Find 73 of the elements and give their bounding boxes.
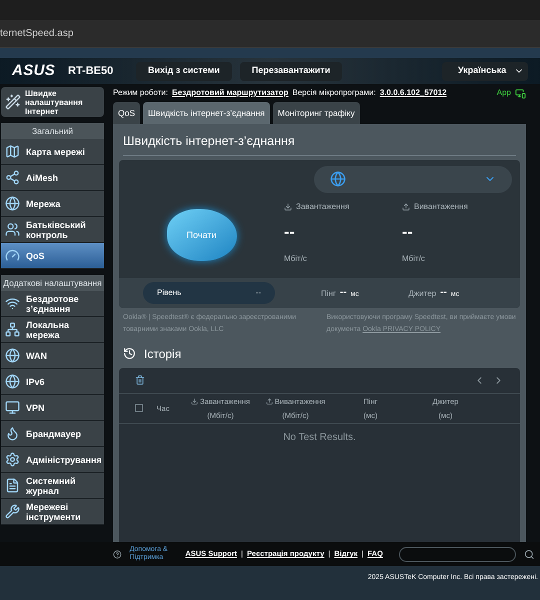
latency-value: -- (440, 286, 447, 300)
gauge-icon (5, 248, 20, 263)
mode-label: Режим роботи: (113, 87, 168, 99)
sidebar-item[interactable]: Мережа (1, 191, 104, 217)
metric-value: -- (284, 222, 296, 243)
metric-value: -- (402, 222, 414, 243)
search-field[interactable] (398, 546, 516, 562)
network-icon (5, 322, 20, 337)
tab[interactable]: Швидкість інтернет-з’єднання (143, 102, 270, 124)
tab[interactable]: QoS (113, 102, 140, 124)
upload-icon (402, 202, 410, 211)
users-icon (5, 222, 20, 237)
globe-icon (5, 374, 20, 389)
level-pill: Рівень -- (143, 282, 275, 304)
server-select[interactable] (314, 166, 512, 193)
sidebar-item[interactable]: AiMesh (1, 165, 104, 191)
model-name: RT-BE50 (68, 64, 114, 79)
metric-label: Завантаження (296, 200, 350, 213)
sidebar-item[interactable]: VPN (1, 395, 104, 421)
section-header: Додаткові налаштування (1, 275, 104, 291)
monitor-icon (5, 400, 20, 415)
map-icon (5, 144, 20, 159)
wrench-icon (5, 504, 20, 519)
sidebar-item[interactable]: Системний журнал (1, 473, 104, 499)
header-button[interactable]: Вихід з системи (136, 62, 232, 80)
sidebar-item[interactable]: Локальна мережа (1, 317, 104, 343)
sidebar-item[interactable]: Брандмауер (1, 421, 104, 447)
settings-icon (5, 452, 20, 467)
sidebar-item[interactable]: Бездротове з’єднання (1, 291, 104, 317)
latency-value: -- (340, 286, 347, 300)
sidebar-item[interactable]: WAN (1, 343, 104, 369)
wand-icon (5, 94, 21, 110)
firmware-label: Версія мікропрограми: (292, 87, 376, 99)
download-icon (284, 202, 292, 211)
select-all-checkbox[interactable] (135, 404, 143, 412)
metric-unit: Мбіт/с (284, 252, 308, 265)
metric-unit: Мбіт/с (402, 252, 426, 265)
sidebar-item[interactable]: IPv6 (1, 369, 104, 395)
header-button[interactable]: Перезавантажити (240, 62, 342, 80)
empty-message: No Test Results. (283, 430, 356, 445)
app-label[interactable]: App (496, 87, 511, 99)
history-icon (123, 347, 136, 360)
globe-icon (330, 171, 346, 188)
language-select[interactable]: Українська (442, 62, 528, 80)
history-title: Історія (144, 346, 182, 363)
flame-icon (5, 426, 20, 441)
help-icon (113, 550, 122, 558)
page-title: Швидкість інтернет-з’єднання (123, 132, 516, 156)
sidebar-item[interactable]: Мережеві інструменти (1, 499, 104, 525)
firmware-link[interactable]: 3.0.0.6.102_57012 (380, 87, 447, 99)
globe-icon (5, 348, 20, 363)
tab[interactable]: Моніторинг трафіку (272, 102, 360, 124)
wifi-icon (5, 296, 20, 311)
document-icon (5, 478, 20, 493)
quick-setup-item[interactable]: Швидке налаштування Інтернет (1, 87, 104, 117)
sidebar-item[interactable]: Карта мережі (1, 139, 104, 165)
nodes-icon (5, 170, 20, 185)
upload-icon (266, 398, 273, 405)
devices-icon (515, 88, 526, 98)
brand-logo: ASUS (12, 60, 56, 81)
globe-icon (5, 196, 20, 211)
search-icon[interactable] (524, 548, 534, 560)
metric-label: Вивантаження (414, 200, 468, 213)
section-header: Загальний (1, 123, 104, 139)
url-text[interactable]: ternetSpeed.asp (0, 26, 74, 41)
mode-link[interactable]: Бездротовий маршрутизатор (172, 87, 288, 99)
latency-label: Пінг (321, 288, 336, 300)
sidebar-item[interactable]: QoS (1, 243, 104, 269)
sidebar-item[interactable]: Батьківський контроль (1, 217, 104, 243)
download-icon (191, 398, 198, 405)
sidebar-item[interactable]: Адміністрування (1, 447, 104, 473)
latency-label: Джитер (408, 288, 436, 300)
trash-icon[interactable] (135, 375, 145, 386)
